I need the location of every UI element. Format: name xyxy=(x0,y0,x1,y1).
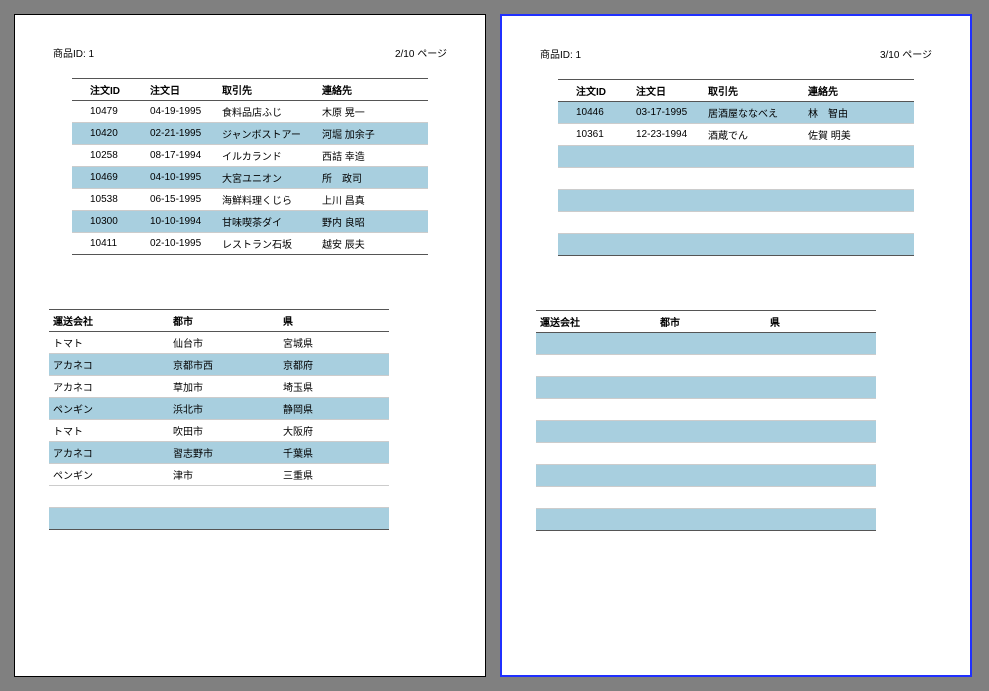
product-id-label: 商品ID: 1 xyxy=(540,46,581,61)
shipping-table: 運送会社 都市 県 トマト 仙台市 宮城県 アカネコ 京都市西 京都府 アカネコ… xyxy=(49,309,389,530)
shipping-row: アカネコ 習志野市 千葉県 xyxy=(49,442,389,464)
order-row: 10538 06-15-1995 海鮮料理くじら 上川 昌真 xyxy=(72,189,428,211)
shipping-header-row: 運送会社 都市 県 xyxy=(536,311,876,333)
shipping-row: アカネコ 京都市西 京都府 xyxy=(49,354,389,376)
product-id-label: 商品ID: 1 xyxy=(53,45,94,60)
order-row: 10420 02-21-1995 ジャンボストアー 河堀 加余子 xyxy=(72,123,428,145)
orders-table: 注文ID 注文日 取引先 連絡先 10446 03-17-1995 居酒屋ななべ… xyxy=(558,79,914,256)
col-customer: 取引先 xyxy=(222,82,322,97)
shipping-row: トマト 仙台市 宮城県 xyxy=(49,332,389,354)
order-row: 10446 03-17-1995 居酒屋ななべえ 林 智由 xyxy=(558,102,914,124)
order-row xyxy=(558,212,914,234)
col-carrier: 運送会社 xyxy=(536,314,660,329)
col-order-date: 注文日 xyxy=(636,83,708,98)
shipping-header-row: 運送会社 都市 県 xyxy=(49,310,389,332)
col-carrier: 運送会社 xyxy=(49,313,173,328)
orders-header-row: 注文ID 注文日 取引先 連絡先 xyxy=(558,80,914,102)
col-city: 都市 xyxy=(173,313,283,328)
col-order-date: 注文日 xyxy=(150,82,222,97)
col-pref: 県 xyxy=(770,314,870,329)
col-city: 都市 xyxy=(660,314,770,329)
col-order-id: 注文ID xyxy=(72,82,150,97)
orders-header-row: 注文ID 注文日 取引先 連絡先 xyxy=(72,79,428,101)
shipping-row xyxy=(536,443,876,465)
order-row: 10411 02-10-1995 レストラン石坂 越安 辰夫 xyxy=(72,233,428,254)
order-row xyxy=(558,168,914,190)
shipping-row: ペンギン 浜北市 静岡県 xyxy=(49,398,389,420)
orders-table: 注文ID 注文日 取引先 連絡先 10479 04-19-1995 食料品店ふじ… xyxy=(72,78,428,255)
col-pref: 県 xyxy=(283,313,383,328)
shipping-row xyxy=(536,377,876,399)
order-row: 10479 04-19-1995 食料品店ふじ 木原 晃一 xyxy=(72,101,428,123)
order-row: 10361 12-23-1994 酒蔵でん 佐賀 明美 xyxy=(558,124,914,146)
shipping-row: ペンギン 津市 三重県 xyxy=(49,464,389,486)
order-row xyxy=(558,234,914,255)
order-row: 10469 04-10-1995 大宮ユニオン 所 政司 xyxy=(72,167,428,189)
page-number-label: 2/10 ページ xyxy=(395,45,447,60)
page-header: 商品ID: 1 3/10 ページ xyxy=(536,46,936,61)
shipping-row: アカネコ 草加市 埼玉県 xyxy=(49,376,389,398)
shipping-row xyxy=(536,465,876,487)
shipping-row xyxy=(49,508,389,529)
order-row xyxy=(558,146,914,168)
shipping-row xyxy=(536,487,876,509)
report-page-3[interactable]: 商品ID: 1 3/10 ページ 注文ID 注文日 取引先 連絡先 10446 … xyxy=(500,14,972,677)
shipping-row xyxy=(536,421,876,443)
col-contact: 連絡先 xyxy=(322,82,422,97)
page-header: 商品ID: 1 2/10 ページ xyxy=(49,45,451,60)
page-number-label: 3/10 ページ xyxy=(880,46,932,61)
order-row: 10258 08-17-1994 イルカランド 西詰 幸造 xyxy=(72,145,428,167)
report-page-2[interactable]: 商品ID: 1 2/10 ページ 注文ID 注文日 取引先 連絡先 10479 … xyxy=(14,14,486,677)
order-row: 10300 10-10-1994 甘味喫茶ダイ 野内 良昭 xyxy=(72,211,428,233)
shipping-row xyxy=(49,486,389,508)
col-customer: 取引先 xyxy=(708,83,808,98)
col-contact: 連絡先 xyxy=(808,83,908,98)
shipping-row xyxy=(536,333,876,355)
shipping-row xyxy=(536,355,876,377)
shipping-table: 運送会社 都市 県 xyxy=(536,310,876,531)
print-preview-workspace: 商品ID: 1 2/10 ページ 注文ID 注文日 取引先 連絡先 10479 … xyxy=(0,0,989,691)
col-order-id: 注文ID xyxy=(558,83,636,98)
shipping-row xyxy=(536,509,876,530)
order-row xyxy=(558,190,914,212)
shipping-row: トマト 吹田市 大阪府 xyxy=(49,420,389,442)
shipping-row xyxy=(536,399,876,421)
